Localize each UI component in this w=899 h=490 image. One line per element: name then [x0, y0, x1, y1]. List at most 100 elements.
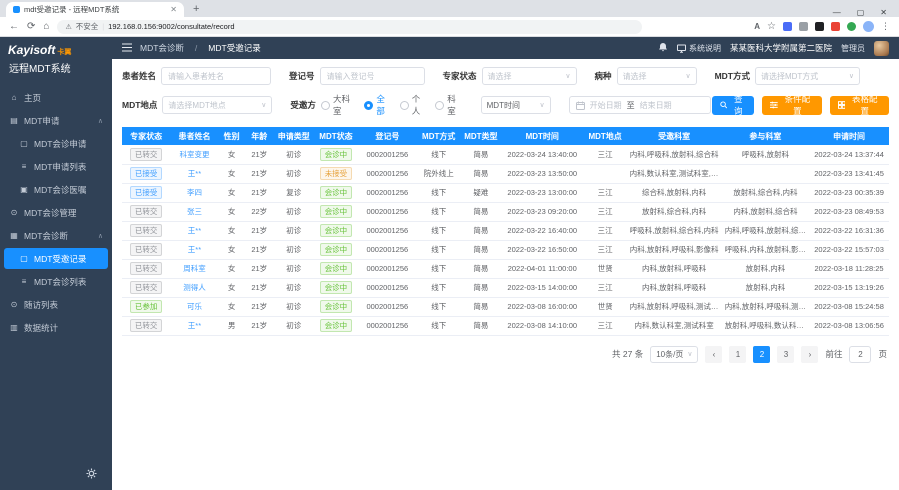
mdt-place-select[interactable]: 请选择MDT地点 ∨ — [162, 96, 272, 114]
mdt-time-select[interactable]: MDT时间 ∨ — [481, 96, 551, 114]
close-button[interactable]: ✕ — [880, 8, 887, 17]
settings-gear-icon[interactable] — [86, 466, 97, 484]
sidebar-item-mdt-apply-list[interactable]: ≡ MDT申请列表 — [0, 155, 112, 178]
column-header[interactable]: MDT类型 — [461, 127, 501, 145]
tab-close-icon[interactable]: ✕ — [170, 6, 177, 14]
system-help[interactable]: 系统说明 — [677, 43, 721, 54]
page-size-select[interactable]: 10条/页 ∨ — [650, 346, 698, 363]
user-role[interactable]: 管理员 — [841, 43, 865, 54]
maximize-button[interactable]: ▢ — [857, 8, 865, 17]
radio-big-dept[interactable]: 大科室 — [321, 93, 356, 117]
sidebar-item-mdt-consult-apply[interactable]: ▢ MDT会诊申请 — [0, 132, 112, 155]
mdt-place-cell: 三江 — [584, 145, 627, 164]
search-button[interactable]: 查询 — [712, 96, 755, 115]
sidebar-item-mdt-diagnosis[interactable]: ▦ MDT会诊断 ∧ — [0, 224, 112, 247]
sidebar-item-mdt-consult-manage[interactable]: ⊙ MDT会诊管理 — [0, 201, 112, 224]
extension-icon[interactable] — [783, 22, 792, 31]
patient-name-link[interactable]: 测得人 — [183, 283, 206, 292]
home-button[interactable]: ⌂ — [43, 22, 49, 32]
collapse-sidebar-icon[interactable] — [122, 39, 132, 57]
sidebar-item-mdt-consult-order[interactable]: ▣ MDT会诊医嘱 — [0, 178, 112, 201]
patient-name-link[interactable]: 王** — [188, 245, 201, 254]
sidebar-item-mdt-consult-list[interactable]: ≡ MDT会诊列表 — [0, 270, 112, 293]
radio-person[interactable]: 个人 — [400, 93, 427, 117]
patient-name-link[interactable]: 王** — [188, 226, 201, 235]
table-row: 已参加 可乐 女 21岁 初诊 会诊中 0002001256 线下 简易 202… — [122, 297, 889, 316]
patient-name-input[interactable] — [161, 67, 271, 85]
sidebar-item-statistics[interactable]: ▥ 数据统计 — [0, 316, 112, 339]
mdt-date-range-picker[interactable]: 开始日期 至 结束日期 — [569, 96, 712, 114]
grid-icon: ▦ — [9, 231, 19, 240]
prev-page-button[interactable]: ‹ — [705, 346, 722, 363]
back-button[interactable]: ← — [9, 22, 19, 32]
page-button-active[interactable]: 2 — [753, 346, 770, 363]
patient-name-link[interactable]: 科室变更 — [179, 150, 209, 159]
reg-no-input[interactable] — [320, 67, 425, 85]
apply-time-cell: 2022-03-24 13:37:44 — [809, 145, 889, 164]
next-page-button[interactable]: › — [801, 346, 818, 363]
extension-icon[interactable] — [815, 22, 824, 31]
breadcrumb-parent[interactable]: MDT会诊断 — [140, 42, 184, 54]
mdt-mode-cell: 线下 — [416, 240, 460, 259]
patient-name-link[interactable]: 王** — [188, 169, 201, 178]
tab-title: mdt受邀记录 - 远程MDT系统 — [24, 4, 166, 15]
url-bar[interactable]: ⚠ 不安全 | 192.168.0.156:9002/consultate/re… — [57, 20, 642, 34]
sidebar-item-mdt-invite-record[interactable]: ▢ MDT受邀记录 — [4, 248, 108, 269]
patient-name-link[interactable]: 张三 — [187, 207, 202, 216]
expert-status-select[interactable]: 请选择 ∨ — [482, 67, 577, 85]
age-cell: 21岁 — [245, 297, 274, 316]
radio-all[interactable]: 全部 — [364, 93, 391, 117]
user-avatar[interactable] — [874, 41, 889, 56]
extension-icon[interactable] — [799, 22, 808, 31]
page-button[interactable]: 3 — [777, 346, 794, 363]
gender-cell: 女 — [219, 259, 245, 278]
share-icon: ⊙ — [9, 300, 19, 309]
minimize-button[interactable]: — — [833, 8, 841, 17]
bookmark-star-icon[interactable]: ☆ — [767, 22, 776, 32]
disease-select[interactable]: 请选择 ∨ — [617, 67, 697, 85]
column-header[interactable]: 申请类型 — [274, 127, 314, 145]
tab-favicon — [13, 6, 20, 13]
refresh-button[interactable]: ⟳ — [27, 22, 35, 32]
column-header[interactable]: 受邀科室 — [627, 127, 722, 145]
column-header[interactable]: MDT时间 — [501, 127, 584, 145]
breadcrumb-current: MDT受邀记录 — [208, 42, 260, 54]
sidebar-item-followup-list[interactable]: ⊙ 随访列表 — [0, 293, 112, 316]
reading-mode-icon[interactable]: A — [754, 23, 760, 31]
patient-name-link[interactable]: 可乐 — [187, 302, 202, 311]
new-tab-button[interactable]: + — [193, 2, 199, 17]
mdt-mode-cell: 线下 — [416, 183, 460, 202]
mdt-place-cell: 三江 — [584, 316, 627, 335]
home-icon: ⌂ — [9, 93, 19, 102]
column-header[interactable]: 专家状态 — [122, 127, 170, 145]
sidebar-item-home[interactable]: ⌂ 主页 — [0, 86, 112, 109]
bell-icon[interactable] — [658, 42, 668, 54]
mdt-mode-select[interactable]: 请选择MDT方式 ∨ — [755, 67, 860, 85]
patient-name-link[interactable]: 李四 — [187, 188, 202, 197]
gender-cell: 女 — [219, 278, 245, 297]
profile-avatar[interactable] — [863, 21, 874, 32]
patient-name-link[interactable]: 周科室 — [183, 264, 206, 273]
condition-config-button[interactable]: 条件配置 — [762, 96, 821, 115]
column-header[interactable]: MDT状态 — [314, 127, 358, 145]
extension-icon[interactable] — [847, 22, 856, 31]
column-header[interactable]: 登记号 — [358, 127, 416, 145]
column-header[interactable]: 年龄 — [245, 127, 274, 145]
column-header[interactable]: 性别 — [219, 127, 245, 145]
radio-dept[interactable]: 科室 — [435, 93, 462, 117]
column-header[interactable]: MDT地点 — [584, 127, 627, 145]
extension-icon[interactable] — [831, 22, 840, 31]
goto-page-input[interactable] — [849, 346, 871, 363]
column-header[interactable]: 患者姓名 — [170, 127, 218, 145]
patient-name-link[interactable]: 王** — [188, 321, 201, 330]
column-header[interactable]: 申请时间 — [809, 127, 889, 145]
sidebar-item-mdt-apply[interactable]: ▤ MDT申请 ∧ — [0, 109, 112, 132]
browser-tab[interactable]: mdt受邀记录 - 远程MDT系统 ✕ — [6, 2, 184, 17]
browser-menu-icon[interactable]: ⋮ — [881, 21, 890, 32]
column-header[interactable]: MDT方式 — [416, 127, 460, 145]
column-header[interactable]: 参与科室 — [722, 127, 809, 145]
chart-icon: ▥ — [9, 323, 19, 332]
table-config-button[interactable]: 表格配置 — [830, 96, 889, 115]
page-button[interactable]: 1 — [729, 346, 746, 363]
age-cell: 21岁 — [245, 164, 274, 183]
